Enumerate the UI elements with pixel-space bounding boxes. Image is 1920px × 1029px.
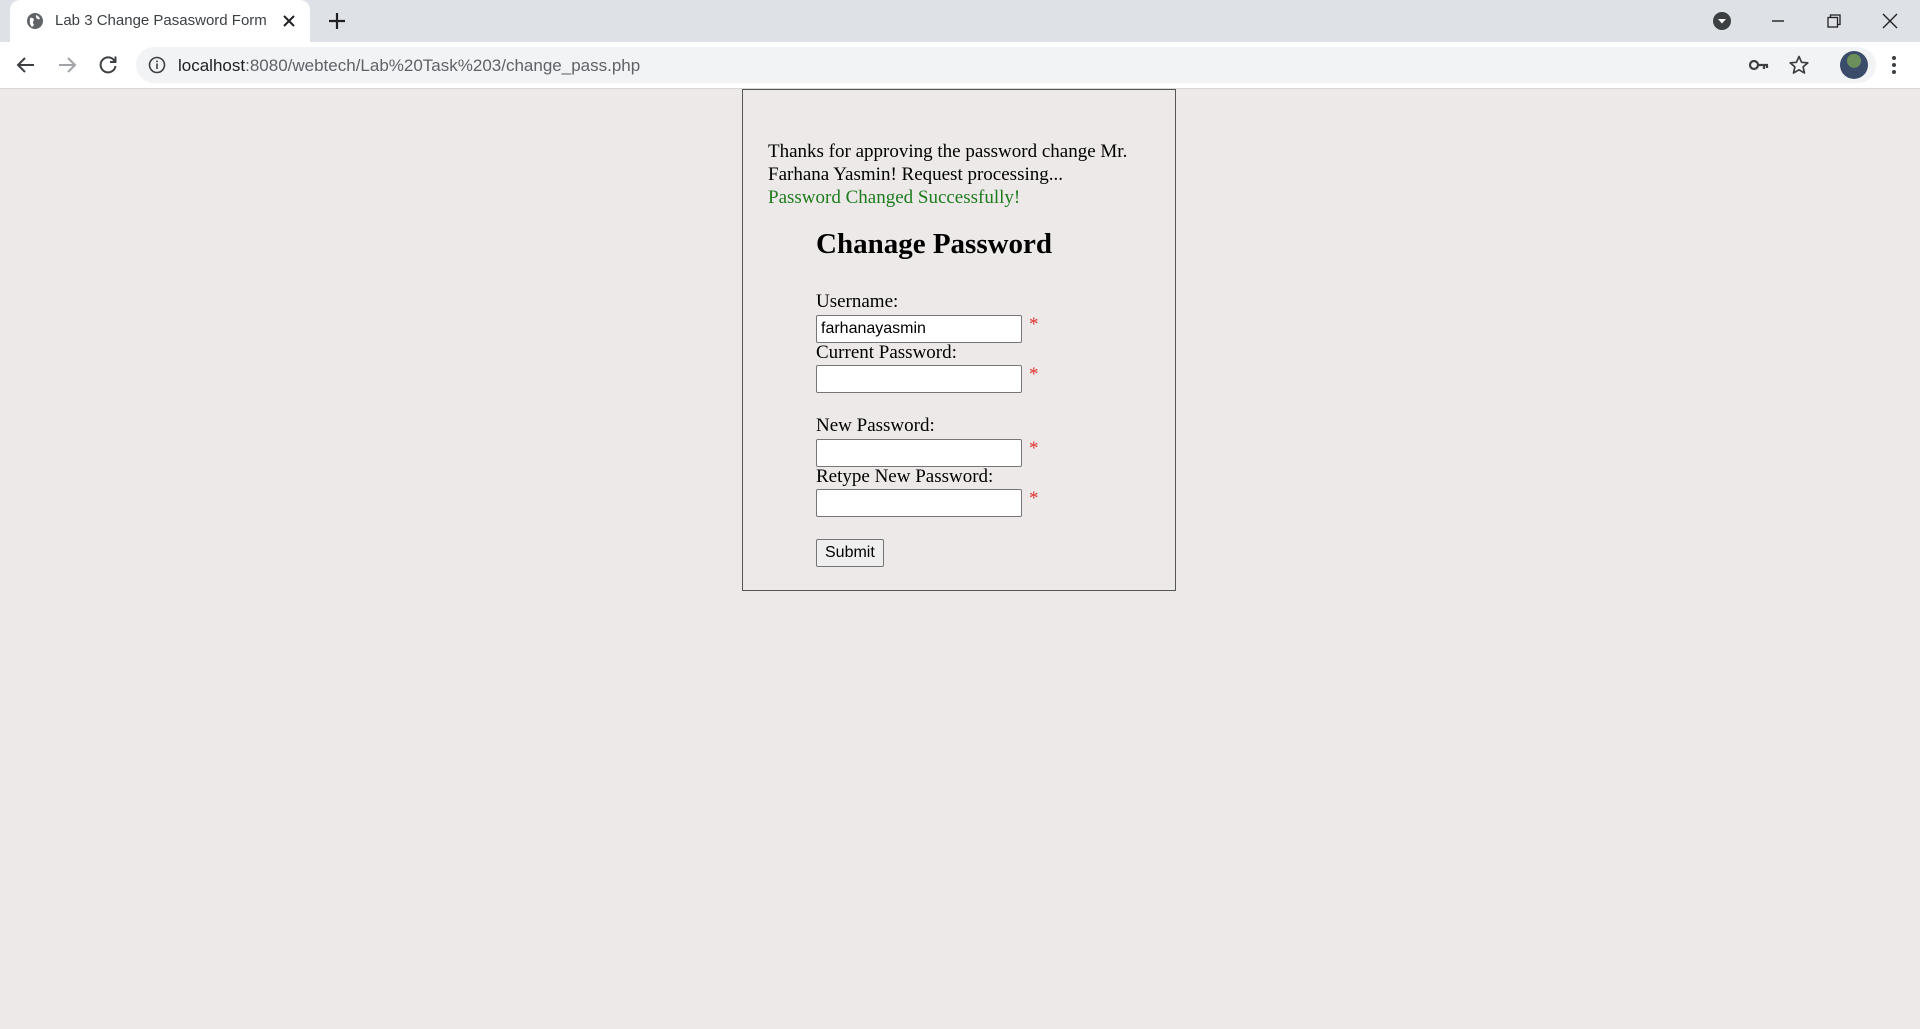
globe-icon [27,13,43,29]
url-text[interactable]: localhost:8080/webtech/Lab%20Task%203/ch… [178,56,640,76]
new-password-required-mark: * [1029,438,1039,459]
current-password-input[interactable] [816,365,1022,393]
current-password-label: Current Password: [816,342,957,363]
chevron-down-circle-icon [1713,12,1731,30]
form-title: Chanage Password [816,228,1053,260]
browser-toolbar: localhost:8080/webtech/Lab%20Task%203/ch… [0,42,1920,89]
status-message: Thanks for approving the password change… [768,140,1160,209]
url-path: :8080/webtech/Lab%20Task%203/change_pass… [245,56,641,75]
profile-avatar[interactable] [1840,51,1868,79]
tab-search-button[interactable] [1694,0,1750,42]
retype-password-required-mark: * [1029,488,1039,509]
username-label: Username: [816,291,899,312]
approval-message: Thanks for approving the password change… [768,141,1128,185]
submit-button[interactable]: Submit [816,539,884,567]
key-icon[interactable] [1748,55,1770,75]
close-tab-icon[interactable] [280,12,298,30]
change-password-panel: Thanks for approving the password change… [742,89,1176,591]
more-options-icon[interactable] [1882,53,1906,77]
info-icon[interactable] [148,56,166,74]
address-bar[interactable]: localhost:8080/webtech/Lab%20Task%203/ch… [136,47,1876,83]
tab-strip: Lab 3 Change Pasasword Form [0,0,1920,42]
retype-password-input[interactable] [816,489,1022,517]
back-arrow-icon[interactable] [14,53,38,77]
restore-button[interactable] [1806,0,1862,42]
close-window-button[interactable] [1862,0,1918,42]
page-viewport: Thanks for approving the password change… [0,89,1920,1029]
new-tab-icon[interactable] [326,10,348,32]
minimize-button[interactable] [1750,0,1806,42]
minimize-icon [1772,20,1784,22]
reload-icon[interactable] [96,53,120,77]
retype-password-label: Retype New Password: [816,466,994,487]
current-password-required-mark: * [1029,364,1039,385]
restore-icon [1827,14,1841,28]
username-input[interactable] [816,315,1022,343]
url-host: localhost [178,56,246,75]
new-password-label: New Password: [816,415,935,436]
browser-tab[interactable]: Lab 3 Change Pasasword Form [10,0,310,42]
close-icon [1882,13,1898,29]
username-required-mark: * [1029,314,1039,335]
new-password-input[interactable] [816,439,1022,467]
tab-title: Lab 3 Change Pasasword Form [55,12,267,29]
bookmark-star-icon[interactable] [1788,54,1810,76]
success-message: Password Changed Successfully! [768,187,1021,208]
forward-arrow-icon[interactable] [55,53,79,77]
